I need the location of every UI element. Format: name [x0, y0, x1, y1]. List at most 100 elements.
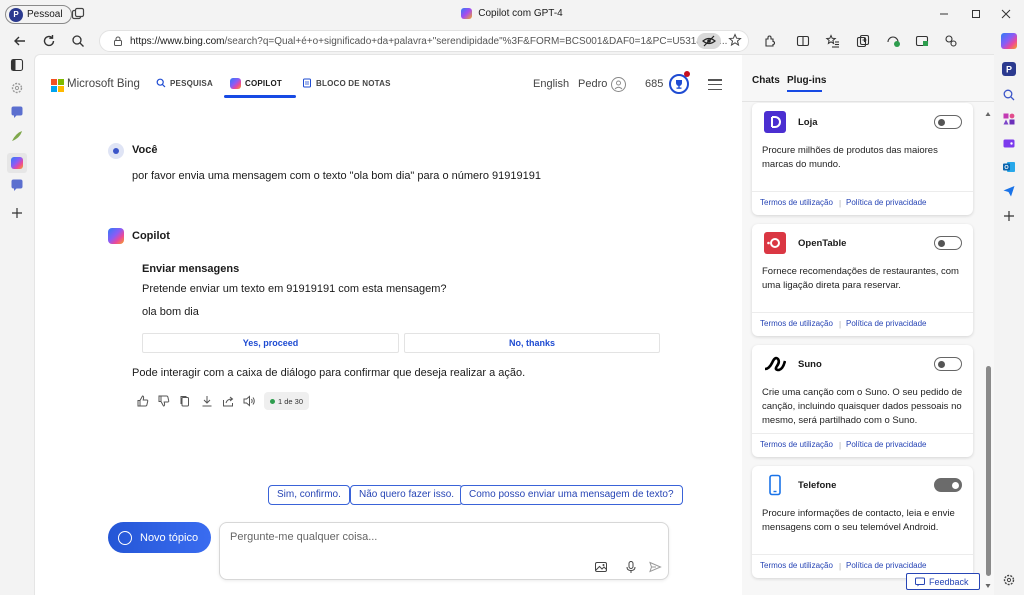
brand-name[interactable]: Microsoft Bing [67, 78, 140, 90]
nav-copilot-label: COPILOT [245, 79, 282, 88]
status-dot [270, 398, 275, 404]
nav-copilot[interactable]: COPILOT [230, 78, 282, 89]
link-separator: | [839, 441, 842, 450]
nav-active-indicator [224, 95, 296, 98]
shopping-logo-icon [764, 111, 786, 133]
panel-divider [742, 101, 994, 102]
tab-chats[interactable]: Chats [752, 75, 780, 86]
terms-link[interactable]: Termos de utilização [760, 440, 833, 449]
chat-tab-icon[interactable] [10, 105, 24, 119]
nav-pesquisa-label: PESQUISA [170, 78, 213, 88]
rewards-trophy-icon[interactable] [669, 74, 689, 94]
plugin-toggle[interactable] [934, 478, 962, 492]
user-avatar-icon[interactable] [611, 77, 626, 92]
thumbs-down-icon[interactable] [157, 394, 171, 408]
read-aloud-speaker-icon[interactable] [242, 394, 256, 408]
minimize-button[interactable] [936, 6, 952, 22]
nav-pesquisa[interactable]: PESQUISA [156, 78, 213, 88]
tab-panel-icon[interactable] [10, 58, 24, 72]
tools-sidebar-icon[interactable] [1002, 112, 1016, 126]
add-sidebar-app-icon[interactable] [1002, 209, 1016, 223]
terms-link[interactable]: Termos de utilização [760, 198, 833, 207]
nav-bloco-de-notas[interactable]: BLOCO DE NOTAS [302, 78, 391, 88]
new-topic-button[interactable]: Novo tópico [108, 522, 211, 553]
chat-input[interactable] [230, 531, 630, 543]
new-tab-plus-icon[interactable] [10, 206, 24, 220]
terms-link[interactable]: Termos de utilização [760, 319, 833, 328]
browser-essentials-icon[interactable] [885, 33, 901, 49]
sidebar-settings-icon[interactable] [1002, 573, 1016, 587]
new-topic-icon [118, 530, 132, 545]
user-message-text: por favor envia uma mensagem com o texto… [132, 170, 541, 182]
privacy-link[interactable]: Política de privacidade [846, 440, 927, 449]
settings-more-icon[interactable] [943, 33, 959, 49]
tab-plugins[interactable]: Plug-ins [787, 75, 826, 86]
copilot-icon [230, 78, 241, 89]
main-scrollbar[interactable] [735, 101, 741, 591]
send-icon[interactable] [648, 560, 662, 574]
close-button[interactable] [998, 6, 1014, 22]
link-separator: | [839, 199, 842, 208]
microphone-icon[interactable] [624, 560, 638, 574]
search-sidebar-icon[interactable] [1002, 88, 1016, 102]
image-upload-icon[interactable] [594, 560, 608, 574]
panel-scrollbar-thumb[interactable] [986, 366, 991, 576]
share-icon[interactable] [221, 394, 235, 408]
plugin-name: Telefone [798, 480, 837, 491]
plugin-toggle[interactable] [934, 357, 962, 371]
plugin-toggle[interactable] [934, 115, 962, 129]
maximize-button[interactable] [968, 6, 984, 22]
svg-text:O: O [1004, 165, 1009, 171]
user-name[interactable]: Pedro [578, 78, 607, 90]
user-speaker-name: Você [132, 144, 158, 156]
profile-sidebar-icon[interactable]: P [1002, 62, 1016, 76]
nav-notebook-label: BLOCO DE NOTAS [316, 78, 391, 88]
copy-icon[interactable] [178, 394, 192, 408]
window-title-bar: P Pessoal Copilot com GPT-4 [0, 0, 1024, 28]
outlook-sidebar-icon[interactable]: O [1002, 160, 1016, 174]
language-link[interactable]: English [533, 78, 569, 90]
refresh-button[interactable] [41, 33, 57, 49]
settings-tab-icon[interactable] [10, 81, 24, 95]
copilot-sidebar-icon[interactable] [1001, 33, 1017, 49]
no-thanks-button[interactable]: No, thanks [404, 333, 660, 353]
suggestion-chip[interactable]: Sim, confirmo. [268, 485, 350, 505]
copilot-tab-icon[interactable] [7, 153, 27, 173]
feedback-button[interactable]: Feedback [906, 573, 980, 590]
plugin-name: OpenTable [798, 238, 847, 249]
privacy-link[interactable]: Política de privacidade [846, 198, 927, 207]
split-screen-icon[interactable] [795, 33, 811, 49]
download-icon[interactable] [200, 394, 214, 408]
plugin-toggle[interactable] [934, 236, 962, 250]
thumbs-up-icon[interactable] [136, 394, 150, 408]
tracking-prevention-icon[interactable] [697, 33, 721, 49]
yes-proceed-button[interactable]: Yes, proceed [142, 333, 399, 353]
window-title-text: Copilot com GPT-4 [478, 8, 563, 19]
plugin-card-suno: Suno Crie uma canção com o Suno. O seu p… [752, 345, 973, 457]
suggestion-chip[interactable]: Não quero fazer isso. [350, 485, 464, 505]
extensions-icon[interactable] [762, 33, 778, 49]
suggestion-chip[interactable]: Como posso enviar uma mensagem de texto? [460, 485, 683, 505]
favorite-star-icon[interactable] [728, 33, 742, 47]
privacy-link[interactable]: Política de privacidade [846, 561, 927, 570]
send-sidebar-icon[interactable] [1002, 184, 1016, 198]
back-button[interactable] [12, 33, 28, 49]
terms-link[interactable]: Termos de utilização [760, 561, 833, 570]
card-divider [752, 554, 973, 555]
collections-icon[interactable] [855, 33, 871, 49]
favorites-icon[interactable] [825, 33, 841, 49]
browser-toolbar: https://www.bing.com/search?q=Qual+é+o+s… [0, 28, 1024, 54]
svg-text:P: P [1006, 65, 1012, 75]
address-bar[interactable]: https://www.bing.com/search?q=Qual+é+o+s… [99, 30, 749, 52]
url-host: https://www.bing.com [130, 35, 225, 47]
reward-points[interactable]: 685 [645, 78, 663, 90]
feedback-icon [915, 577, 925, 586]
hamburger-menu-icon[interactable] [708, 79, 722, 90]
privacy-link[interactable]: Política de privacidade [846, 319, 927, 328]
search-icon[interactable] [70, 33, 86, 49]
screenshot-icon[interactable] [914, 33, 930, 49]
feather-tab-icon[interactable] [10, 129, 24, 143]
chat-tab-icon-2[interactable] [10, 178, 24, 192]
plugin-card-opentable: OpenTable Fornece recomendações de resta… [752, 224, 973, 336]
link-separator: | [839, 562, 842, 571]
